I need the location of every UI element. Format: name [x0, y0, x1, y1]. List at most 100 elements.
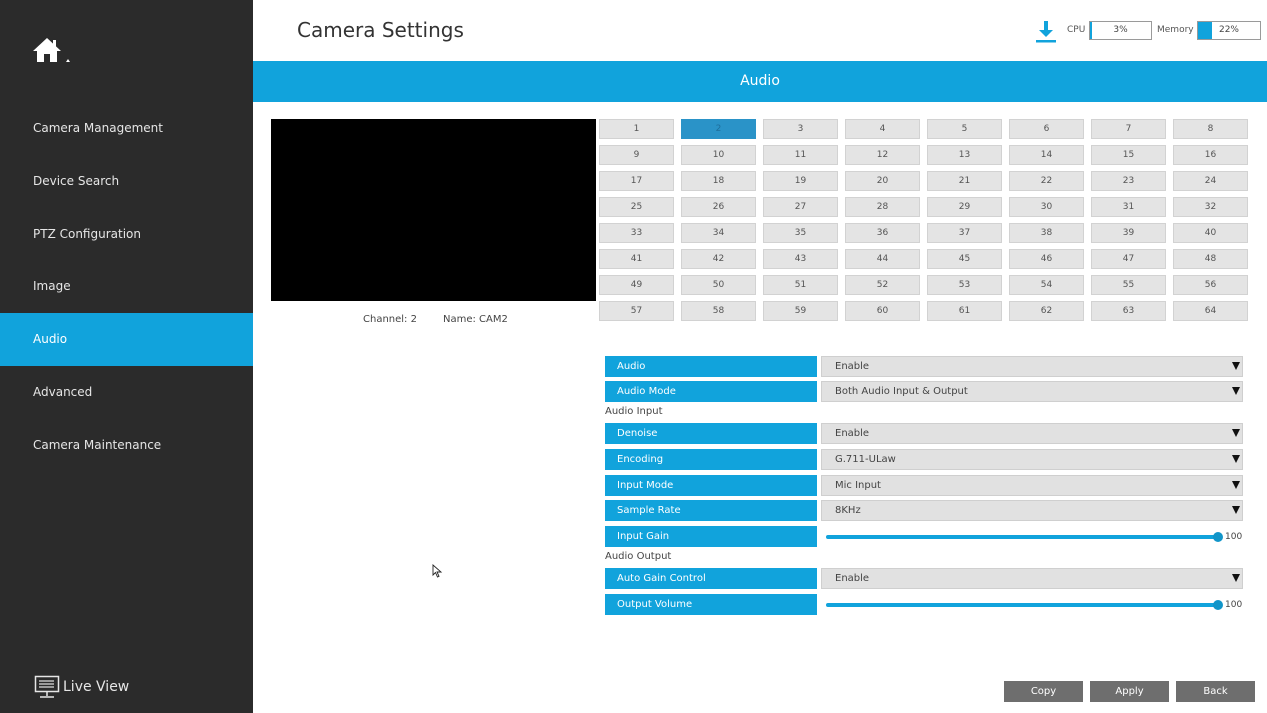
channel-button-27[interactable]: 27: [763, 197, 838, 217]
sidebar-item-image[interactable]: Image: [0, 260, 253, 313]
download-icon[interactable]: [1035, 20, 1057, 44]
input-gain-slider[interactable]: [826, 526, 1223, 548]
channel-button-49[interactable]: 49: [599, 275, 674, 295]
channel-button-48[interactable]: 48: [1173, 249, 1248, 269]
apply-button[interactable]: Apply: [1090, 681, 1169, 702]
channel-button-30[interactable]: 30: [1009, 197, 1084, 217]
memory-meter-fill: [1198, 22, 1212, 39]
section-banner: Audio: [253, 61, 1267, 102]
channel-button-60[interactable]: 60: [845, 301, 920, 321]
channel-button-8[interactable]: 8: [1173, 119, 1248, 139]
sidebar-item-audio[interactable]: Audio: [0, 313, 253, 366]
channel-button-41[interactable]: 41: [599, 249, 674, 269]
sidebar-item-advanced[interactable]: Advanced: [0, 366, 253, 419]
auto-gain-control-select-value: Enable: [835, 573, 870, 584]
sidebar-item-device-search[interactable]: Device Search: [0, 155, 253, 208]
channel-button-20[interactable]: 20: [845, 171, 920, 191]
copy-button[interactable]: Copy: [1004, 681, 1083, 702]
channel-button-9[interactable]: 9: [599, 145, 674, 165]
channel-button-50[interactable]: 50: [681, 275, 756, 295]
audio-mode-select[interactable]: Both Audio Input & Output: [821, 381, 1243, 402]
channel-button-24[interactable]: 24: [1173, 171, 1248, 191]
output-volume-slider-knob[interactable]: [1213, 600, 1223, 610]
channel-button-44[interactable]: 44: [845, 249, 920, 269]
channel-button-63[interactable]: 63: [1091, 301, 1166, 321]
channel-button-38[interactable]: 38: [1009, 223, 1084, 243]
channel-button-64[interactable]: 64: [1173, 301, 1248, 321]
channel-button-22[interactable]: 22: [1009, 171, 1084, 191]
channel-button-31[interactable]: 31: [1091, 197, 1166, 217]
channel-button-43[interactable]: 43: [763, 249, 838, 269]
live-view-button[interactable]: Live View: [34, 674, 129, 700]
channel-button-34[interactable]: 34: [681, 223, 756, 243]
dropdown-caret-icon: [1232, 362, 1240, 370]
channel-button-42[interactable]: 42: [681, 249, 756, 269]
channel-button-2[interactable]: 2: [681, 119, 756, 139]
audio-mode-select-value: Both Audio Input & Output: [835, 386, 968, 397]
encoding-select[interactable]: G.711-ULaw: [821, 449, 1243, 470]
auto-gain-control-select[interactable]: Enable: [821, 568, 1243, 589]
channel-button-61[interactable]: 61: [927, 301, 1002, 321]
channel-button-10[interactable]: 10: [681, 145, 756, 165]
channel-button-52[interactable]: 52: [845, 275, 920, 295]
sample-rate-select[interactable]: 8KHz: [821, 500, 1243, 521]
audio-mode-row: Audio Mode Both Audio Input & Output: [605, 381, 1245, 403]
channel-button-39[interactable]: 39: [1091, 223, 1166, 243]
channel-button-33[interactable]: 33: [599, 223, 674, 243]
channel-button-13[interactable]: 13: [927, 145, 1002, 165]
preview-name-text: Name: CAM2: [443, 314, 508, 325]
channel-button-4[interactable]: 4: [845, 119, 920, 139]
channel-button-32[interactable]: 32: [1173, 197, 1248, 217]
sample-rate-row: Sample Rate 8KHz: [605, 500, 1245, 522]
sidebar-item-camera-management[interactable]: Camera Management: [0, 102, 253, 155]
channel-button-17[interactable]: 17: [599, 171, 674, 191]
audio-select[interactable]: Enable: [821, 356, 1243, 377]
channel-button-15[interactable]: 15: [1091, 145, 1166, 165]
sidebar-item-ptz-configuration[interactable]: PTZ Configuration: [0, 208, 253, 261]
channel-button-56[interactable]: 56: [1173, 275, 1248, 295]
denoise-select[interactable]: Enable: [821, 423, 1243, 444]
channel-button-29[interactable]: 29: [927, 197, 1002, 217]
home-icon[interactable]: [32, 36, 74, 68]
channel-button-16[interactable]: 16: [1173, 145, 1248, 165]
channel-button-37[interactable]: 37: [927, 223, 1002, 243]
channel-button-12[interactable]: 12: [845, 145, 920, 165]
channel-button-14[interactable]: 14: [1009, 145, 1084, 165]
channel-button-6[interactable]: 6: [1009, 119, 1084, 139]
channel-button-54[interactable]: 54: [1009, 275, 1084, 295]
back-button[interactable]: Back: [1176, 681, 1255, 702]
channel-button-23[interactable]: 23: [1091, 171, 1166, 191]
channel-button-5[interactable]: 5: [927, 119, 1002, 139]
channel-button-51[interactable]: 51: [763, 275, 838, 295]
output-volume-slider[interactable]: [826, 594, 1223, 616]
channel-button-26[interactable]: 26: [681, 197, 756, 217]
channel-button-58[interactable]: 58: [681, 301, 756, 321]
channel-button-53[interactable]: 53: [927, 275, 1002, 295]
channel-button-45[interactable]: 45: [927, 249, 1002, 269]
channel-button-25[interactable]: 25: [599, 197, 674, 217]
sidebar-item-camera-maintenance[interactable]: Camera Maintenance: [0, 419, 253, 472]
channel-button-47[interactable]: 47: [1091, 249, 1166, 269]
channel-button-7[interactable]: 7: [1091, 119, 1166, 139]
channel-button-36[interactable]: 36: [845, 223, 920, 243]
channel-button-55[interactable]: 55: [1091, 275, 1166, 295]
channel-button-62[interactable]: 62: [1009, 301, 1084, 321]
dropdown-caret-icon: [1232, 506, 1240, 514]
channel-button-1[interactable]: 1: [599, 119, 674, 139]
channel-button-11[interactable]: 11: [763, 145, 838, 165]
input-gain-slider-knob[interactable]: [1213, 532, 1223, 542]
channel-button-21[interactable]: 21: [927, 171, 1002, 191]
channel-button-59[interactable]: 59: [763, 301, 838, 321]
channel-button-28[interactable]: 28: [845, 197, 920, 217]
channel-button-35[interactable]: 35: [763, 223, 838, 243]
channel-button-40[interactable]: 40: [1173, 223, 1248, 243]
channel-button-19[interactable]: 19: [763, 171, 838, 191]
input-gain-row: Input Gain 100: [605, 526, 1245, 548]
channel-button-57[interactable]: 57: [599, 301, 674, 321]
denoise-label: Denoise: [605, 423, 817, 444]
input-gain-label: Input Gain: [605, 526, 817, 547]
input-mode-select[interactable]: Mic Input: [821, 475, 1243, 496]
channel-button-3[interactable]: 3: [763, 119, 838, 139]
channel-button-46[interactable]: 46: [1009, 249, 1084, 269]
channel-button-18[interactable]: 18: [681, 171, 756, 191]
